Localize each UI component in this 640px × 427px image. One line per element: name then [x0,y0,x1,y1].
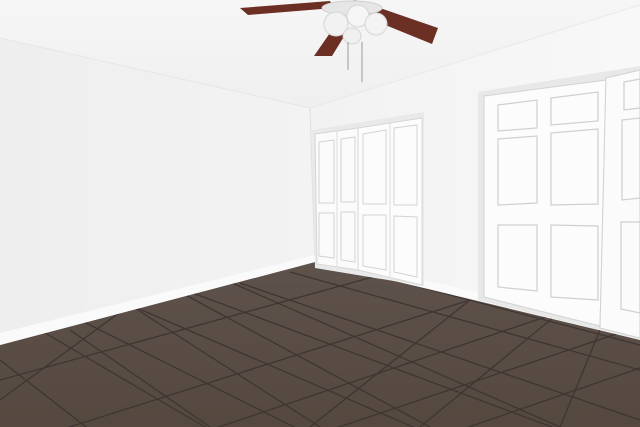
closet-door-right [478,66,640,340]
room-illustration [0,0,640,427]
closet-door-left [312,112,424,286]
empty-bedroom-photo [0,0,640,427]
